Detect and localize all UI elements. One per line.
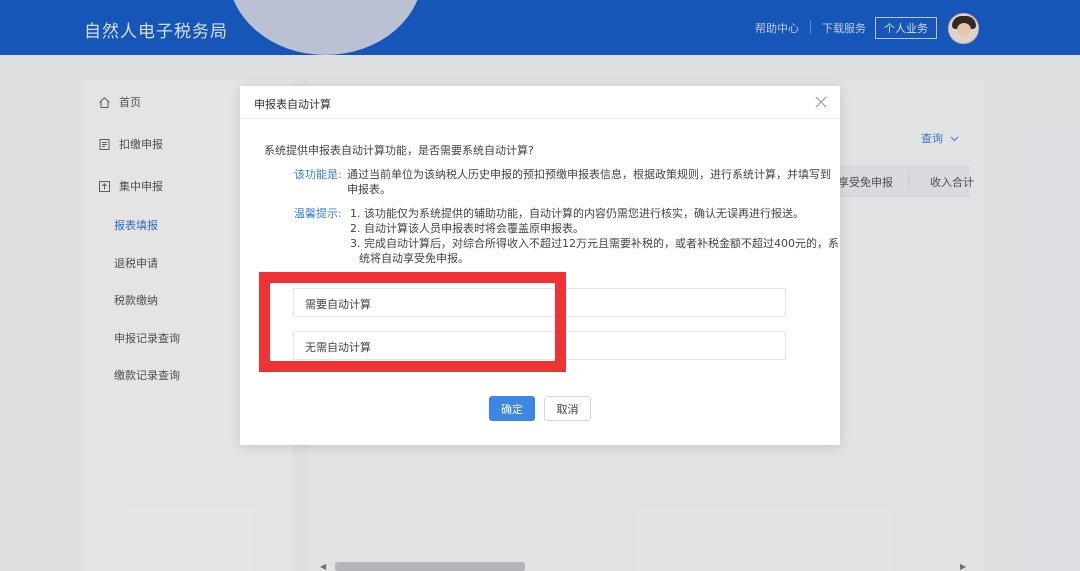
function-text: 通过当前单位为该纳税人历史申报的预扣预缴申报表信息，根据政策规则，进行系统计算，… [347, 168, 831, 181]
auto-calc-dialog: 申报表自动计算 系统提供申报表自动计算功能，是否需要系统自动计算? 该功能是: … [240, 86, 840, 445]
tip-text: 2. 自动计算该人员申报表时将会覆盖原申报表。 [350, 222, 584, 235]
cancel-button[interactable]: 取消 [544, 396, 591, 421]
option-label: 无需自动计算 [305, 341, 371, 354]
option-need-auto-calc[interactable]: 需要自动计算 [293, 288, 786, 317]
tip-label: 温馨提示: [294, 207, 342, 220]
dialog-title: 申报表自动计算 [254, 98, 331, 111]
function-label: 该功能是: [294, 168, 342, 181]
option-no-auto-calc[interactable]: 无需自动计算 [293, 331, 786, 360]
dialog-question: 系统提供申报表自动计算功能，是否需要系统自动计算? [264, 144, 534, 157]
tip-text: 3. 完成自动计算后，对综合所得收入不超过12万元且需要补税的，或者补税金额不超… [350, 237, 839, 250]
option-label: 需要自动计算 [305, 298, 371, 311]
dialog-header: 申报表自动计算 [240, 86, 840, 119]
tip-text: 1. 该功能仅为系统提供的辅助功能，自动计算的内容仍需您进行核实，确认无误再进行… [350, 207, 804, 220]
tip-text: 统将自动享受免申报。 [359, 252, 469, 265]
function-text: 申报表。 [347, 183, 391, 196]
confirm-button[interactable]: 确定 [489, 396, 535, 421]
close-icon[interactable] [814, 95, 828, 109]
